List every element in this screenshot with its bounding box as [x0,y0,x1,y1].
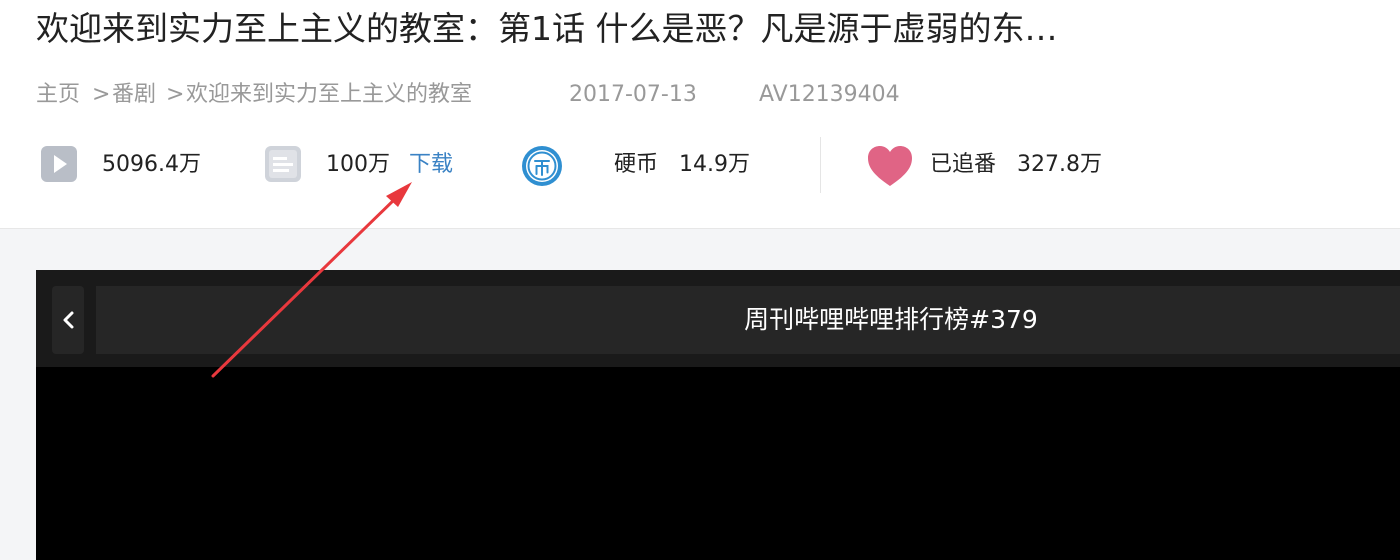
danmaku-count-value: 100万 [326,152,390,177]
publish-date: 2017-07-13 [569,82,697,107]
video-player[interactable]: 周刊哔哩哔哩排行榜#379 [36,270,1400,560]
breadcrumb-bangumi[interactable]: 番剧 [112,80,156,110]
chevron-left-icon [63,311,74,329]
playlist-title: 周刊哔哩哔哩排行榜#379 [744,305,1038,334]
breadcrumb-separator: > [92,82,111,107]
danmaku-count: 100万 下载 [326,150,453,180]
download-link[interactable]: 下载 [409,152,453,177]
player-topbar: 周刊哔哩哔哩排行榜#379 [36,270,1400,367]
play-icon [40,144,78,188]
back-button[interactable] [52,286,84,354]
play-count: 5096.4万 [102,152,201,177]
breadcrumb-home[interactable]: 主页 [36,80,80,110]
page: 欢迎来到实力至上主义的教室：第1话 什么是恶？凡是源于虚弱的东… 主页 > 番剧… [0,0,1400,560]
follow-stat: 已追番 327.8万 [930,150,1102,180]
playlist-bar[interactable]: 周刊哔哩哔哩排行榜#379 [96,286,1400,354]
coin-icon [520,144,564,192]
danmaku-icon [264,144,302,188]
breadcrumb-bangumi-label[interactable]: 番剧 [112,82,156,107]
av-id: AV12139404 [759,82,900,107]
breadcrumb-series[interactable]: 欢迎来到实力至上主义的教室 [186,80,472,110]
follow-count: 327.8万 [1017,152,1102,177]
coin-label: 硬币 [614,152,659,177]
video-title: 欢迎来到实力至上主义的教室：第1话 什么是恶？凡是源于虚弱的东… [36,9,1058,48]
coin-stat: 硬币 14.9万 [614,150,750,180]
heart-icon[interactable] [866,144,914,192]
breadcrumb-home-label[interactable]: 主页 [36,82,80,107]
coin-count: 14.9万 [679,152,751,177]
stats-divider [820,137,821,193]
follow-label[interactable]: 已追番 [930,152,996,177]
video-header: 欢迎来到实力至上主义的教室：第1话 什么是恶？凡是源于虚弱的东… 主页 > 番剧… [0,0,1400,228]
breadcrumb-separator: > [166,82,185,107]
stats-row: 5096.4万 100万 下载 硬币 14.9万 已追番 327.8万 [0,140,1400,194]
breadcrumb-series-label[interactable]: 欢迎来到实力至上主义的教室 [186,82,472,107]
